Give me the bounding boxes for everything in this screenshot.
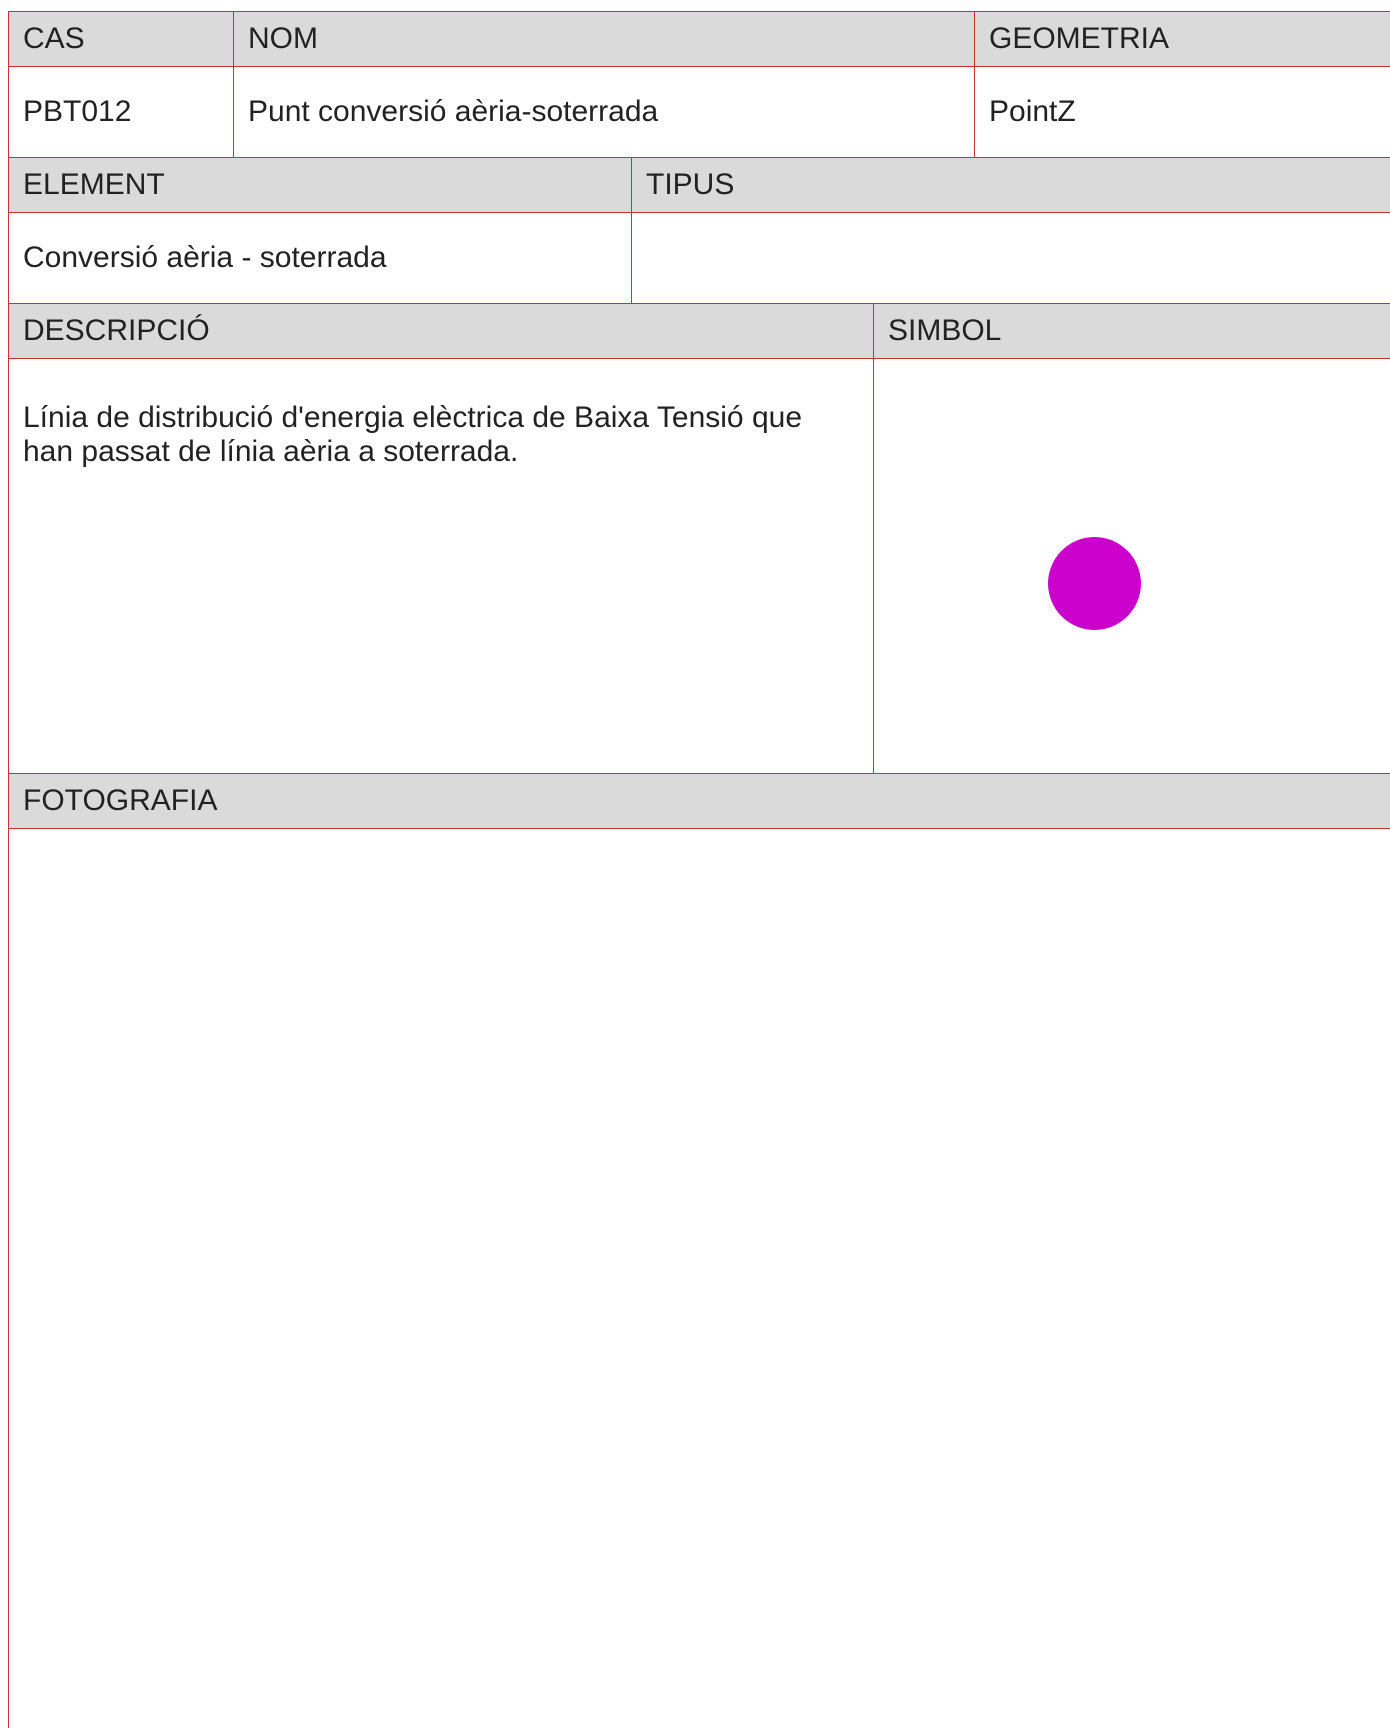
tipus-header-label: TIPUS: [646, 168, 735, 201]
element-header-label: ELEMENT: [23, 168, 165, 201]
descripcio-value: Línia de distribució d'energia elèctrica…: [23, 401, 803, 468]
geometria-cell: PointZ: [974, 66, 1390, 157]
geometria-header: GEOMETRIA: [974, 11, 1390, 66]
values-row-2: Conversió aèria - soterrada: [8, 212, 1390, 303]
fitxa-sheet: CAS NOM GEOMETRIA PBT012 Punt conversió …: [8, 11, 1390, 1728]
header-row-2: ELEMENT TIPUS: [8, 157, 1390, 212]
element-cell: Conversió aèria - soterrada: [8, 212, 631, 303]
header-row-4: FOTOGRAFIA: [8, 773, 1390, 828]
geometria-value: PointZ: [989, 95, 1076, 128]
photo-row: [8, 828, 1390, 1728]
descripcio-cell: Línia de distribució d'energia elèctrica…: [8, 358, 873, 773]
fotografia-area: [8, 828, 1390, 1728]
cas-cell: PBT012: [8, 66, 233, 157]
descripcio-header-label: DESCRIPCIÓ: [23, 314, 210, 347]
nom-cell: Punt conversió aèria-soterrada: [233, 66, 974, 157]
nom-value: Punt conversió aèria-soterrada: [248, 95, 659, 128]
simbol-header-label: SIMBOL: [888, 314, 1002, 347]
cas-header-label: CAS: [23, 22, 85, 55]
element-value: Conversió aèria - soterrada: [23, 241, 387, 274]
tipus-header: TIPUS: [631, 157, 1390, 212]
fotografia-header: FOTOGRAFIA: [8, 773, 1390, 828]
header-row-3: DESCRIPCIÓ SIMBOL: [8, 303, 1390, 358]
fotografia-header-label: FOTOGRAFIA: [23, 784, 218, 817]
geometria-header-label: GEOMETRIA: [989, 22, 1170, 55]
tipus-cell: [631, 212, 1390, 303]
cas-header: CAS: [8, 11, 233, 66]
values-row-3: Línia de distribució d'energia elèctrica…: [8, 358, 1390, 773]
nom-header: NOM: [233, 11, 974, 66]
filled-circle-icon: [1048, 537, 1141, 630]
descripcio-header: DESCRIPCIÓ: [8, 303, 873, 358]
simbol-cell: [873, 358, 1390, 773]
values-row-1: PBT012 Punt conversió aèria-soterrada Po…: [8, 66, 1390, 157]
simbol-header: SIMBOL: [873, 303, 1390, 358]
cas-value: PBT012: [23, 95, 132, 128]
element-header: ELEMENT: [8, 157, 631, 212]
nom-header-label: NOM: [248, 22, 318, 55]
header-row-1: CAS NOM GEOMETRIA: [8, 11, 1390, 66]
